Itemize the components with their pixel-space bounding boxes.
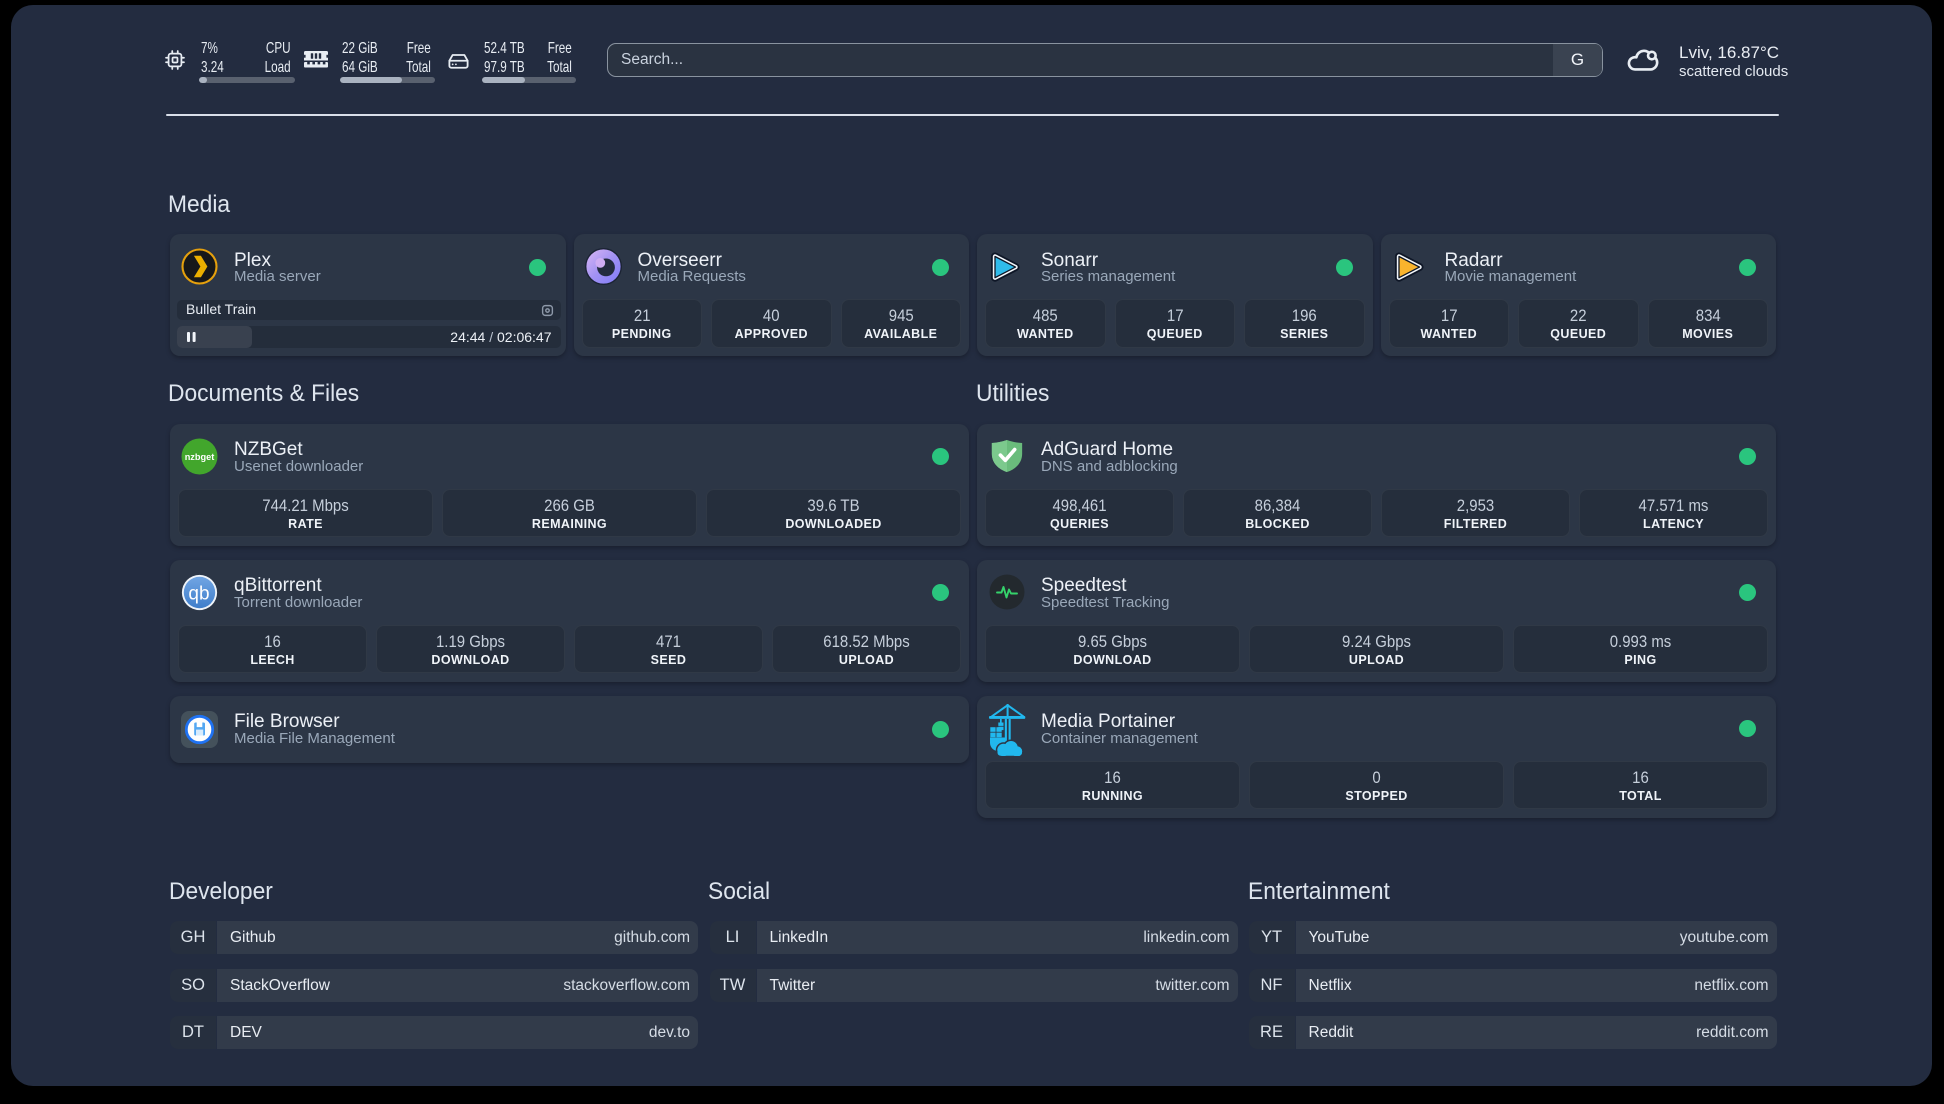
- svg-text:nzbget: nzbget: [185, 451, 215, 461]
- svg-text:qb: qb: [188, 583, 209, 604]
